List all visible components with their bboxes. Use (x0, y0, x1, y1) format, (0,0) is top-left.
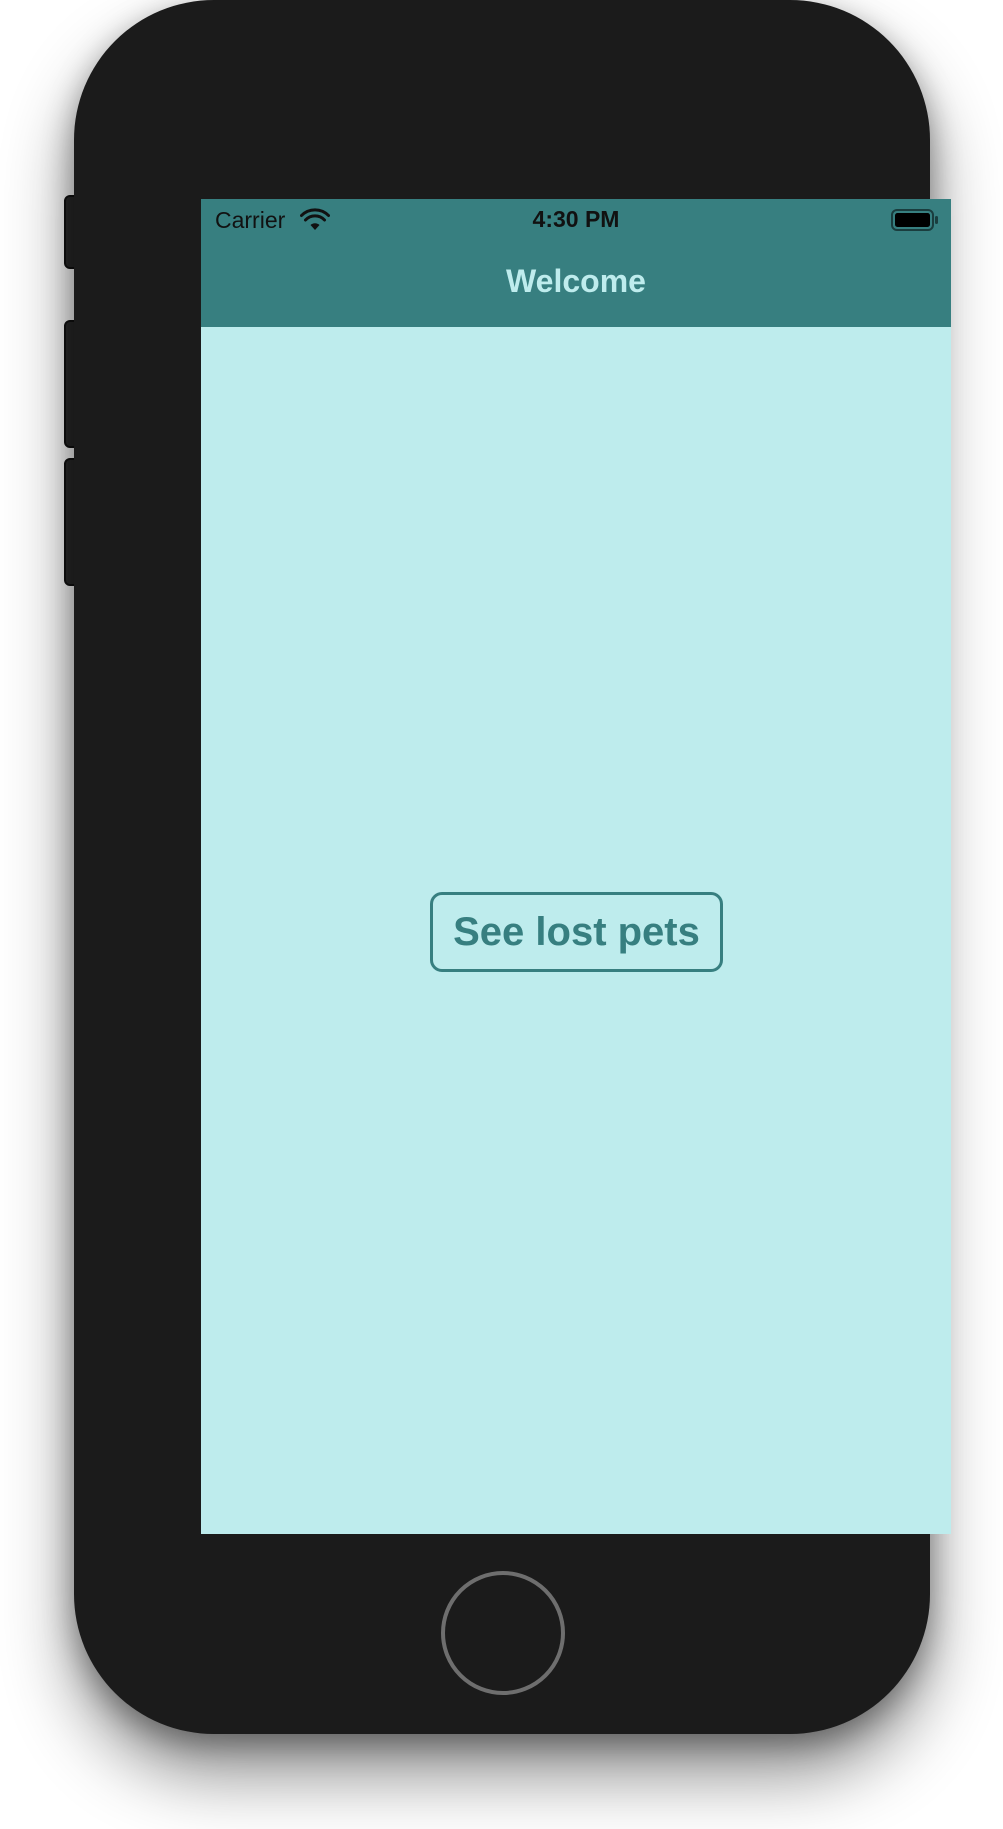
app-screen: Carrier 4:30 PM Welcome See lost pets (201, 199, 951, 1534)
status-bar: Carrier 4:30 PM (201, 199, 951, 241)
home-button[interactable] (441, 1571, 565, 1695)
see-lost-pets-button[interactable]: See lost pets (430, 892, 723, 972)
phone-frame: Carrier 4:30 PM Welcome See lost pets (74, 0, 951, 1734)
page-title: Welcome (506, 263, 646, 299)
device-stage: Carrier 4:30 PM Welcome See lost pets (0, 0, 1003, 1829)
battery-full-icon (891, 209, 938, 231)
status-time: 4:30 PM (532, 206, 620, 232)
navigation-bar: Carrier 4:30 PM Welcome (201, 199, 951, 327)
